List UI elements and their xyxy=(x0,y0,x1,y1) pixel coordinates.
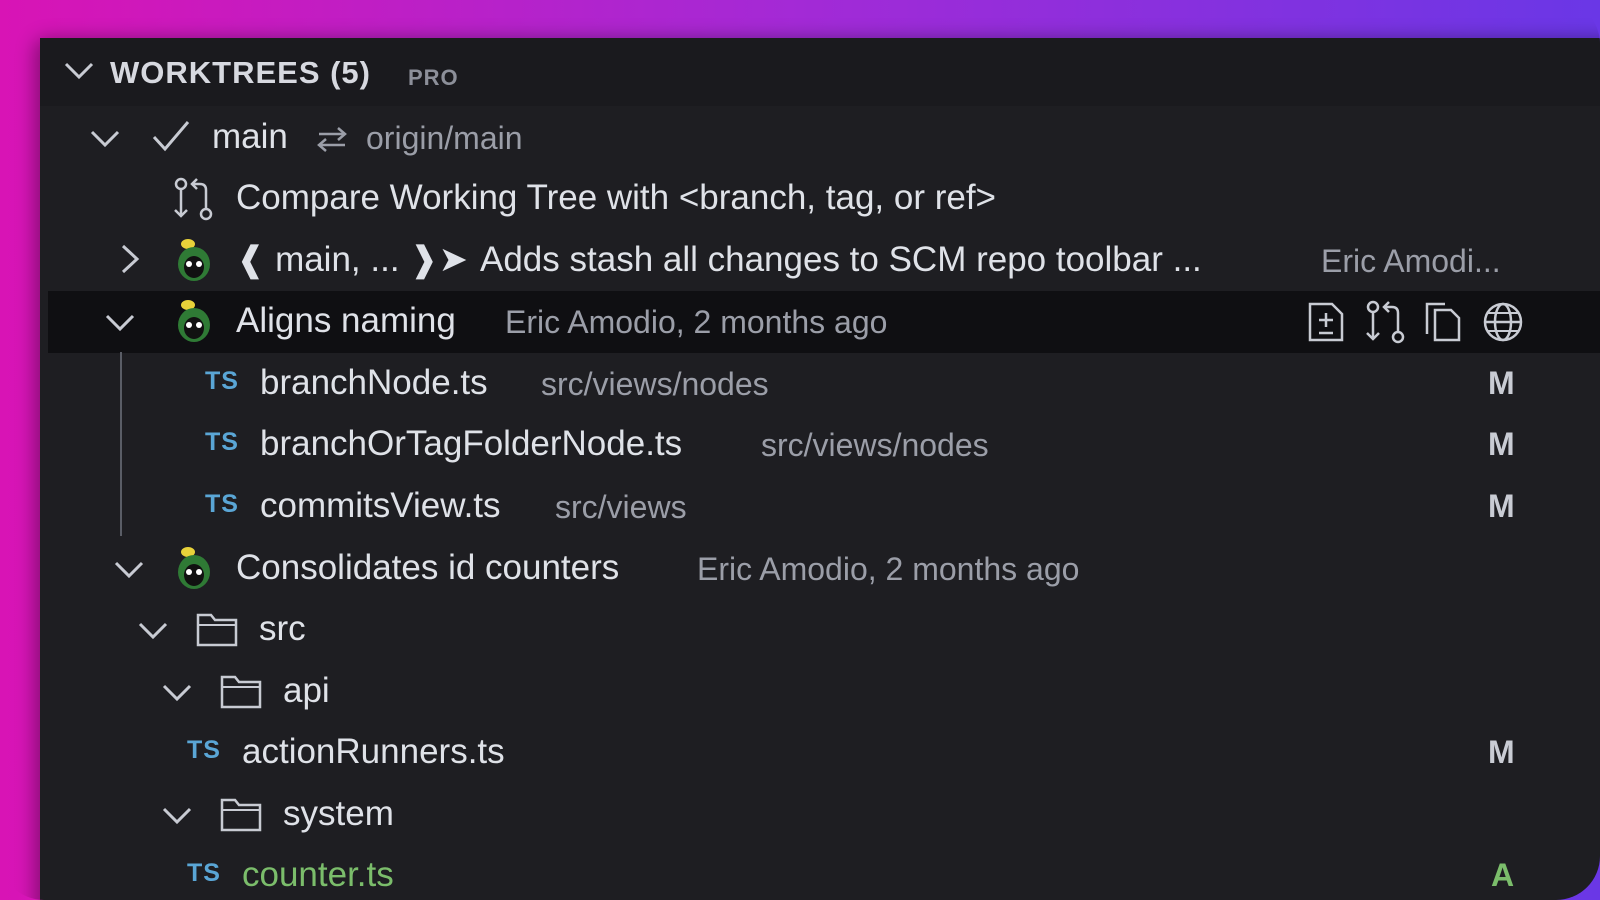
window-background: WORKTREES (5) PRO main origin/main Compa… xyxy=(0,0,1600,900)
avatar xyxy=(174,299,214,345)
folder-name: api xyxy=(283,671,330,710)
chevron-right-icon[interactable] xyxy=(120,244,140,274)
folder-name: src xyxy=(259,609,306,648)
file-status: M xyxy=(1488,734,1515,770)
typescript-icon: TS xyxy=(205,490,239,518)
commit-message: Aligns naming xyxy=(236,301,456,340)
file-name: counter.ts xyxy=(242,855,394,894)
chevron-down-icon[interactable] xyxy=(162,806,192,826)
folder-row-api[interactable]: api xyxy=(40,661,1600,723)
commit-author-time: Eric Amodio, 2 months ago xyxy=(697,551,1080,587)
branch-name: main xyxy=(212,117,288,156)
compare-label: Compare Working Tree with <branch, tag, … xyxy=(236,178,996,217)
chevron-down-icon[interactable] xyxy=(162,683,192,703)
file-status: M xyxy=(1488,365,1515,401)
refs-label: main, ... xyxy=(275,240,400,279)
folder-row-src[interactable]: src xyxy=(40,599,1600,661)
file-row[interactable]: TS commitsView.ts src/views M xyxy=(40,476,1600,538)
upstream-branch: origin/main xyxy=(366,120,523,156)
commit-row[interactable]: ❰ main, ... ❱➤ Adds stash all changes to… xyxy=(40,230,1600,292)
section-header[interactable]: WORKTREES (5) PRO xyxy=(40,38,1600,106)
file-name: branchOrTagFolderNode.ts xyxy=(260,424,683,463)
folder-icon xyxy=(196,611,238,647)
sync-arrows-icon xyxy=(316,125,348,153)
globe-icon[interactable] xyxy=(1482,301,1524,343)
file-name: actionRunners.ts xyxy=(242,732,505,771)
section-title: WORKTREES (5) xyxy=(110,55,371,90)
chevron-down-icon[interactable] xyxy=(105,313,135,333)
file-path: src/views/nodes xyxy=(761,427,989,463)
checkmark-icon xyxy=(152,119,190,153)
copy-icon[interactable] xyxy=(1424,301,1462,343)
file-status: M xyxy=(1488,426,1515,462)
typescript-icon: TS xyxy=(205,428,239,456)
file-name: branchNode.ts xyxy=(260,363,488,402)
commit-message: Adds stash all changes to SCM repo toolb… xyxy=(480,240,1202,279)
open-changes-icon[interactable] xyxy=(1306,301,1346,343)
commit-message: Consolidates id counters xyxy=(236,548,620,587)
pro-badge: PRO xyxy=(408,65,459,90)
file-row[interactable]: TS branchOrTagFolderNode.ts src/views/no… xyxy=(40,414,1600,476)
typescript-icon: TS xyxy=(187,736,221,764)
file-name: commitsView.ts xyxy=(260,486,501,525)
chevron-down-icon[interactable] xyxy=(114,560,144,580)
avatar xyxy=(174,238,214,284)
chevron-down-icon[interactable] xyxy=(138,621,168,641)
commit-row[interactable]: Consolidates id counters Eric Amodio, 2 … xyxy=(40,538,1600,600)
commit-row-selected[interactable]: Aligns naming Eric Amodio, 2 months ago xyxy=(48,291,1600,353)
file-status: M xyxy=(1488,488,1515,524)
avatar xyxy=(174,546,214,592)
file-row[interactable]: TS branchNode.ts src/views/nodes M xyxy=(40,353,1600,415)
commit-author: Eric Amodi... xyxy=(1321,243,1501,279)
file-path: src/views/nodes xyxy=(541,366,769,402)
commit-refs: ❰ main, ... ❱➤ xyxy=(236,240,468,279)
chevron-down-icon[interactable] xyxy=(90,129,120,149)
file-row[interactable]: TS counter.ts A xyxy=(40,845,1600,900)
file-status: A xyxy=(1491,857,1515,893)
folder-name: system xyxy=(283,794,394,833)
compare-working-tree-row[interactable]: Compare Working Tree with <branch, tag, … xyxy=(40,168,1600,230)
folder-row-system[interactable]: system xyxy=(40,784,1600,846)
typescript-icon: TS xyxy=(205,367,239,395)
worktree-row-main[interactable]: main origin/main xyxy=(40,107,1600,169)
compare-icon xyxy=(172,176,216,222)
compare-with-head-icon[interactable] xyxy=(1364,299,1408,345)
folder-icon xyxy=(220,673,262,709)
worktrees-panel: WORKTREES (5) PRO main origin/main Compa… xyxy=(40,38,1600,900)
commit-author-time: Eric Amodio, 2 months ago xyxy=(505,304,888,340)
folder-icon xyxy=(220,796,262,832)
file-row[interactable]: TS actionRunners.ts M xyxy=(40,722,1600,784)
file-path: src/views xyxy=(555,489,687,525)
chevron-down-icon[interactable] xyxy=(64,60,94,82)
typescript-icon: TS xyxy=(187,859,221,887)
